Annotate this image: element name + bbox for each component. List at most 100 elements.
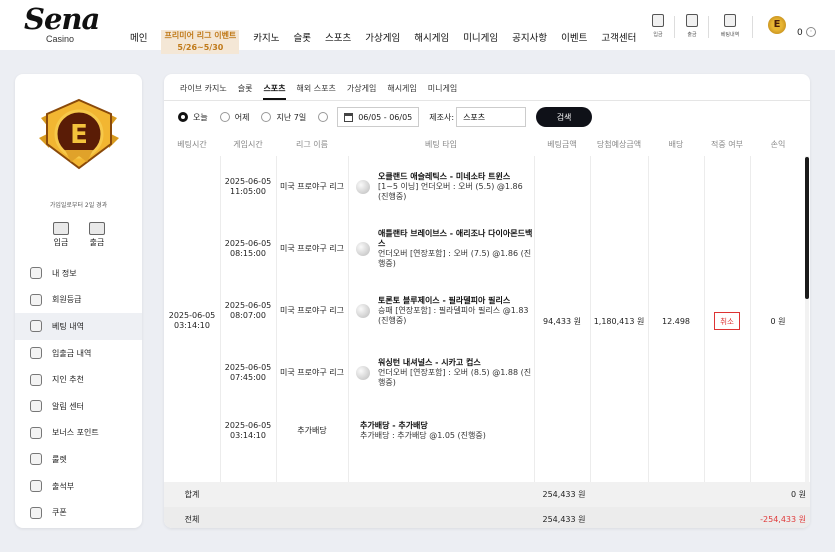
joined-days-text: 가입일로부터 2일 경과: [49, 202, 108, 209]
nav-notice[interactable]: 공지사항: [512, 30, 547, 44]
col-game-time: 게임시간: [233, 140, 263, 149]
sidebar-item-membership[interactable]: 회원등급: [15, 287, 142, 314]
pick-detail: 언더오버 [연장포함] : 오버 (7.5) @1.86 (진행중): [378, 249, 532, 268]
tab-hash[interactable]: 해시게임: [387, 83, 416, 100]
top-header: Sena Casino 메인 프리미어 리그 이벤트 5/26~5/30 카지노…: [0, 0, 835, 54]
game-time-cell: 2025-06-05 11:05:00: [224, 177, 272, 196]
sidebar-item-label: 알림 센터: [52, 401, 84, 411]
account-sidebar: E 가입일로부터 2일 경과 입금 출금 내 정보 회원등급 베팅 내역 입출금…: [15, 74, 142, 528]
radio-dot: [318, 112, 329, 122]
pick-detail: 추가배당 : 추가배당 @1.05 (진행중): [360, 431, 486, 440]
sidebar-item-roulette[interactable]: 룰렛: [15, 446, 142, 473]
col-expected-win: 당첨예상금액: [596, 140, 642, 149]
transaction-icon: [30, 347, 42, 360]
nav-sports[interactable]: 스포츠: [325, 30, 351, 44]
pick-detail: 승패 [연장포함] : 필라델피아 필리스 @1.83 (진행중): [378, 306, 529, 325]
logo-subtitle: Casino: [46, 34, 75, 44]
header-betting-history-button[interactable]: 베팅내역: [716, 14, 744, 38]
sidebar-item-label: 룰렛: [52, 454, 67, 464]
sidebar-item-transactions[interactable]: 입출금 내역: [15, 340, 142, 367]
sidebar-item-my-info[interactable]: 내 정보: [15, 260, 142, 287]
tab-sports[interactable]: 스포츠: [263, 83, 286, 100]
bonus-icon: [30, 426, 42, 439]
search-button[interactable]: 검색: [536, 107, 593, 127]
game-time-cell: 2025-06-05 07:45:00: [224, 363, 272, 382]
league-cell: 미국 프로야구 리그: [280, 368, 344, 377]
header-divider: [752, 16, 753, 38]
nav-promo-event[interactable]: 프리미어 리그 이벤트 5/26~5/30: [161, 30, 240, 54]
betting-history-icon: [724, 14, 736, 27]
col-bet-type: 베팅 타입: [425, 140, 457, 149]
game-time-cell: 2025-06-05 03:14:10: [224, 421, 272, 440]
radio-last7-label: 지난 7일: [276, 112, 307, 122]
radio-last-7-days[interactable]: 지난 7일: [261, 112, 306, 123]
vip-emblem-icon: E: [39, 98, 119, 170]
logo[interactable]: Sena Casino: [24, 2, 104, 44]
sidebar-item-coupon[interactable]: 쿠폰: [15, 499, 142, 526]
col-bet-amount: 베팅금액: [547, 140, 577, 149]
league-cell: 추가배당: [297, 426, 327, 435]
tab-overseas-sports[interactable]: 해외 스포츠: [297, 83, 336, 100]
table-row: 2025-06-05 08:15:00 미국 프로야구 리그 애틀랜타 브레이브…: [220, 218, 800, 280]
tab-mini[interactable]: 미니게임: [428, 83, 457, 100]
referral-icon: [30, 373, 42, 386]
grade-icon: [30, 293, 42, 306]
nav-virtual[interactable]: 가상게임: [365, 30, 400, 44]
tab-slots[interactable]: 슬롯: [238, 83, 253, 100]
sidebar-item-notifications[interactable]: 알림 센터: [15, 393, 142, 420]
sidebar-item-referral[interactable]: 지인 추천: [15, 366, 142, 393]
radio-today[interactable]: 오늘: [178, 112, 208, 123]
baseball-icon: [356, 242, 370, 256]
balance-refresh-icon[interactable]: ◦: [806, 27, 816, 37]
nav-event[interactable]: 이벤트: [561, 30, 587, 44]
summary-amount: 254,433 원: [542, 490, 586, 499]
tab-live-casino[interactable]: 라이브 카지노: [180, 83, 227, 100]
table-scrollbar-thumb[interactable]: [805, 157, 809, 299]
header-betting-history-label: 베팅내역: [720, 32, 740, 38]
bet-pick: 워싱턴 내셔널스 - 시카고 컵스 언더오버 [연장포함] : 오버 (8.5) …: [378, 358, 534, 388]
radio-yesterday-label: 어제: [234, 112, 250, 122]
table-row: 2025-06-05 11:05:00 미국 프로야구 리그 오클랜드 애슬레틱…: [220, 156, 800, 218]
withdraw-icon: [686, 14, 698, 27]
betting-icon: [30, 320, 42, 333]
sidebar-deposit-button[interactable]: 입금: [52, 222, 70, 248]
match-title: 토론토 블루제이스 - 필라델피아 필리스: [378, 296, 511, 305]
sidebar-item-attendance[interactable]: 출석부: [15, 473, 142, 500]
radio-yesterday[interactable]: 어제: [219, 112, 250, 123]
sidebar-item-label: 내 정보: [52, 268, 77, 278]
emblem-letter: E: [70, 120, 88, 150]
provider-input[interactable]: [456, 107, 527, 127]
date-range-picker[interactable]: 06/05 - 06/05: [337, 107, 420, 127]
summary-row-subtotal: 합계 254,433 원 0 원: [164, 482, 810, 507]
game-type-tabs: 라이브 카지노 슬롯 스포츠 해외 스포츠 가상게임 해시게임 미니게임: [180, 83, 457, 100]
sidebar-item-label: 회원등급: [52, 295, 82, 305]
nav-slots[interactable]: 슬롯: [294, 30, 311, 44]
radio-custom-range[interactable]: [318, 112, 333, 122]
sidebar-item-bonus-points[interactable]: 보너스 포인트: [15, 420, 142, 447]
logo-text: Sena: [24, 2, 100, 36]
nav-home[interactable]: 메인: [130, 30, 147, 44]
tab-virtual[interactable]: 가상게임: [347, 83, 376, 100]
header-withdraw-button[interactable]: 출금: [682, 14, 702, 38]
nav-hash[interactable]: 해시게임: [414, 30, 449, 44]
summary-amount: 254,433 원: [542, 515, 586, 524]
header-deposit-button[interactable]: 입금: [648, 14, 668, 38]
sidebar-item-label: 보너스 포인트: [52, 428, 99, 438]
radio-dot: [178, 112, 188, 122]
notification-icon: [30, 400, 42, 413]
bet-type-cell: 애틀랜타 브레이브스 - 애리조나 다이아몬드백스 언더오버 [연장포함] : 오…: [356, 218, 534, 280]
nav-support[interactable]: 고객센터: [601, 30, 636, 44]
bets-table-body: 2025-06-05 03:14:10 94,433 원 1,180,413 원…: [164, 156, 810, 486]
nav-mini[interactable]: 미니게임: [463, 30, 498, 44]
sidebar-item-betting-history[interactable]: 베팅 내역: [15, 313, 142, 340]
sidebar-deposit-label: 입금: [53, 238, 69, 247]
user-level-badge[interactable]: E: [768, 16, 786, 34]
baseball-icon: [356, 366, 370, 380]
header-divider: [674, 16, 675, 38]
pick-detail: [1~5 이닝] 언더오버 : 오버 (5.5) @1.86 (진행중): [378, 182, 523, 201]
match-title: 워싱턴 내셔널스 - 시카고 컵스: [378, 358, 481, 367]
nav-casino[interactable]: 카지노: [253, 30, 279, 44]
sidebar-withdraw-button[interactable]: 출금: [88, 222, 106, 248]
bet-type-cell: 오클랜드 애슬레틱스 - 미네소타 트윈스 [1~5 이닝] 언더오버 : 오버 …: [356, 156, 534, 218]
profile-icon: [30, 267, 42, 280]
